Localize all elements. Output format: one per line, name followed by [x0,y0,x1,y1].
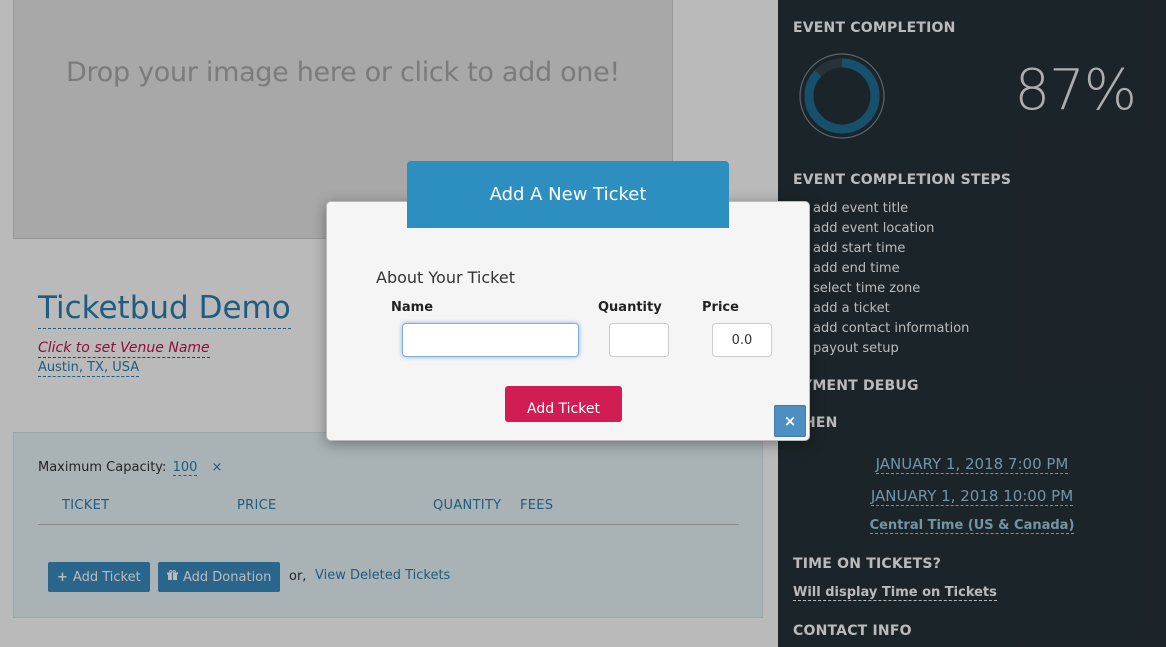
name-label: Name [391,300,434,315]
modal-title: Add A New Ticket [407,161,729,228]
add-ticket-modal: About Your Ticket Name Quantity Price Ad… [326,201,810,441]
ticket-price-input[interactable] [712,323,772,357]
price-label: Price [702,300,739,315]
modal-subtitle: About Your Ticket [376,268,515,287]
ticket-quantity-input[interactable] [609,323,669,357]
quantity-label: Quantity [598,300,662,315]
ticket-name-input[interactable] [402,323,579,357]
close-icon[interactable]: × [774,405,806,437]
submit-add-ticket-button[interactable]: Add Ticket [505,386,622,422]
